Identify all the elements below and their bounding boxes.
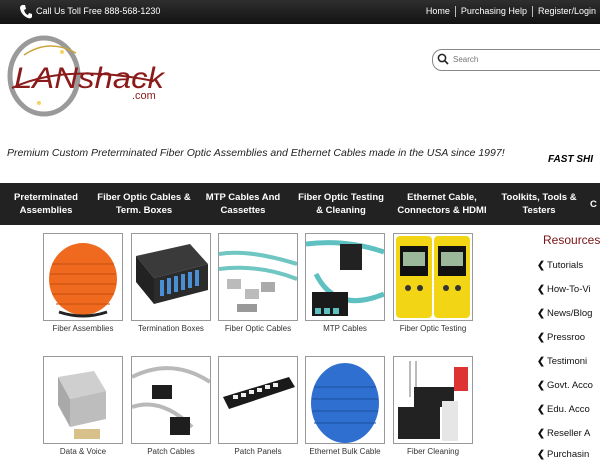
nav-label: C <box>590 198 597 210</box>
resource-tutorials[interactable]: ❮ Tutorials <box>537 260 583 271</box>
resource-label: How-To-Vi <box>547 284 591 295</box>
nav-fiber-optic-testing[interactable]: Fiber Optic Testing & Cleaning <box>290 183 392 225</box>
chevron-left-icon: ❮ <box>537 332 545 343</box>
nav-label: Cassettes <box>220 205 266 216</box>
nav-mtp-cables[interactable]: MTP Cables And Cassettes <box>196 183 290 225</box>
nav-fiber-optic-cables[interactable]: Fiber Optic Cables & Term. Boxes <box>92 183 196 225</box>
purchasing-help-link[interactable]: Purchasing Help <box>461 6 527 17</box>
product-patch-panels[interactable]: Patch Panels <box>218 356 298 456</box>
product-image[interactable] <box>393 233 473 321</box>
fast-ship-banner: FAST SHI <box>548 154 594 165</box>
product-caption[interactable]: Fiber Cleaning <box>393 447 473 456</box>
resources-title: Resources <box>543 233 600 247</box>
resource-reseller-accounts[interactable]: ❮ Reseller A <box>537 428 590 439</box>
resource-label: Testimoni <box>547 356 588 367</box>
nav-toolkits-tools[interactable]: Toolkits, Tools & Testers <box>492 183 586 225</box>
divider <box>531 6 533 17</box>
product-fiber-assemblies[interactable]: Fiber Assemblies <box>43 233 123 333</box>
product-image[interactable] <box>43 233 123 321</box>
tagline: Premium Custom Preterminated Fiber Optic… <box>7 147 505 159</box>
nav-more[interactable]: C <box>590 183 600 225</box>
product-caption[interactable]: Fiber Assemblies <box>43 324 123 333</box>
resource-how-to-videos[interactable]: ❮ How-To-Vi <box>537 284 591 295</box>
resource-label: Reseller A <box>547 428 591 439</box>
product-caption[interactable]: Fiber Optic Cables <box>218 324 298 333</box>
nav-label: Connectors & HDMI <box>397 205 487 216</box>
resource-testimonials[interactable]: ❮ Testimoni <box>537 356 587 367</box>
product-mtp-cables[interactable]: MTP Cables <box>305 233 385 333</box>
resource-label: Tutorials <box>547 260 584 271</box>
product-image[interactable] <box>43 356 123 444</box>
search-box[interactable] <box>432 49 600 71</box>
nav-label: Ethernet Cable, <box>407 192 477 203</box>
nav-label: Assemblies <box>19 205 73 216</box>
nav-label: Fiber Optic Cables & <box>97 192 191 203</box>
product-patch-cables[interactable]: Patch Cables <box>131 356 211 456</box>
product-caption[interactable]: Fiber Optic Testing <box>393 324 473 333</box>
search-input[interactable] <box>453 52 600 67</box>
divider <box>454 6 456 17</box>
search-icon[interactable] <box>437 53 449 65</box>
resource-purchasing[interactable]: ❮ Purchasin <box>537 449 589 460</box>
product-caption[interactable]: MTP Cables <box>305 324 385 333</box>
nav-preterminated-assemblies[interactable]: Preterminated Assemblies <box>0 183 92 225</box>
product-fiber-optic-testing[interactable]: Fiber Optic Testing <box>393 233 473 333</box>
top-links: Home Purchasing Help Register/Login <box>426 6 596 17</box>
resource-label: Edu. Acco <box>547 404 590 415</box>
product-image[interactable] <box>305 356 385 444</box>
chevron-left-icon: ❮ <box>537 260 545 271</box>
chevron-left-icon: ❮ <box>537 284 545 295</box>
nav-label: Fiber Optic Testing <box>298 192 384 203</box>
product-image[interactable] <box>218 356 298 444</box>
register-login-link[interactable]: Register/Login <box>538 6 596 17</box>
nav-label: Preterminated <box>14 192 78 203</box>
resource-news-blog[interactable]: ❮ News/Blog <box>537 308 592 319</box>
resource-edu-accounts[interactable]: ❮ Edu. Acco <box>537 404 590 415</box>
product-termination-boxes[interactable]: Termination Boxes <box>131 233 211 333</box>
chevron-left-icon: ❮ <box>537 449 545 460</box>
nav-ethernet-cable[interactable]: Ethernet Cable, Connectors & HDMI <box>392 183 492 225</box>
nav-label: Testers <box>522 205 556 216</box>
resource-pressroom[interactable]: ❮ Pressroo <box>537 332 585 343</box>
chevron-left-icon: ❮ <box>537 308 545 319</box>
nav-label: MTP Cables And <box>205 192 281 203</box>
chevron-left-icon: ❮ <box>537 428 545 439</box>
logo-suffix: .com <box>132 90 156 102</box>
chevron-left-icon: ❮ <box>537 404 545 415</box>
resource-govt-accounts[interactable]: ❮ Govt. Acco <box>537 380 593 391</box>
main-nav: Preterminated Assemblies Fiber Optic Cabl… <box>0 183 600 225</box>
product-ethernet-bulk-cable[interactable]: Ethernet Bulk Cable <box>305 356 385 456</box>
toll-free-number[interactable]: Call Us Toll Free 888-568-1230 <box>36 6 160 16</box>
home-link[interactable]: Home <box>426 6 450 17</box>
chevron-left-icon: ❮ <box>537 356 545 367</box>
phone-icon <box>20 5 32 19</box>
product-fiber-optic-cables[interactable]: Fiber Optic Cables <box>218 233 298 333</box>
resource-label: News/Blog <box>547 308 593 319</box>
product-fiber-cleaning[interactable]: Fiber Cleaning <box>393 356 473 456</box>
product-caption[interactable]: Termination Boxes <box>131 324 211 333</box>
nav-label: Term. Boxes <box>115 205 173 216</box>
product-caption[interactable]: Patch Panels <box>218 447 298 456</box>
product-data-voice[interactable]: Data & Voice <box>43 356 123 456</box>
product-image[interactable] <box>393 356 473 444</box>
resource-label: Pressroo <box>547 332 586 343</box>
product-caption[interactable]: Ethernet Bulk Cable <box>305 447 385 456</box>
product-caption[interactable]: Data & Voice <box>43 447 123 456</box>
resource-label: Purchasin <box>547 449 590 460</box>
top-bar: Call Us Toll Free 888-568-1230 Home Purc… <box>0 0 600 24</box>
product-image[interactable] <box>305 233 385 321</box>
chevron-left-icon: ❮ <box>537 380 545 391</box>
nav-label: & Cleaning <box>316 205 366 216</box>
resource-label: Govt. Acco <box>547 380 593 391</box>
lanshack-logo[interactable]: LANshack .com <box>4 33 169 119</box>
product-caption[interactable]: Patch Cables <box>131 447 211 456</box>
product-image[interactable] <box>131 356 211 444</box>
product-image[interactable] <box>218 233 298 321</box>
product-image[interactable] <box>131 233 211 321</box>
nav-label: Toolkits, Tools & <box>501 192 577 203</box>
